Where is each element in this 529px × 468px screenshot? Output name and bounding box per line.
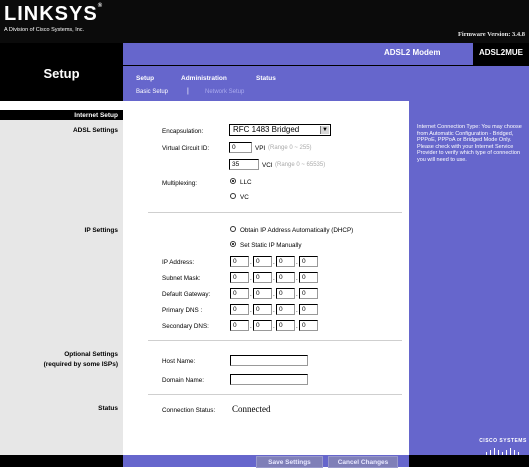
ip-octet-dot: . (250, 275, 252, 282)
host-name-input[interactable] (230, 355, 308, 366)
ip-octet-input[interactable]: 0 (230, 256, 249, 267)
cisco-bars-icon (486, 448, 519, 455)
vci-range: (Range 0 ~ 65535) (275, 162, 326, 168)
firmware-version: Firmware Version: 3.4.8 (457, 31, 525, 38)
internet-setup-title: Internet Setup (74, 112, 118, 119)
multiplexing-label: Multiplexing: (162, 180, 197, 187)
vpi-label: VPI (255, 145, 266, 152)
ip-octet-dot: . (273, 307, 275, 314)
subtab-separator: | (187, 88, 189, 95)
ip-octet-input[interactable]: 0 (299, 256, 318, 267)
ip-octet-input[interactable]: 0 (299, 288, 318, 299)
status-heading: Status (98, 405, 118, 412)
ip-octet-input[interactable]: 0 (230, 304, 249, 315)
encapsulation-select[interactable]: RFC 1483 Bridged (229, 124, 331, 136)
vci-label: VCI (262, 162, 273, 169)
ip-octet-dot: . (273, 275, 275, 282)
ip-octet-input[interactable]: 0 (253, 288, 272, 299)
ip-octet-input[interactable]: 0 (253, 272, 272, 283)
cancel-changes-button[interactable]: Cancel Changes (328, 456, 398, 468)
ip-octet-dot: . (250, 291, 252, 298)
linksys-logo: LINKSYS® (4, 3, 104, 25)
virtual-circuit-label: Virtual Circuit ID: (162, 145, 210, 152)
ip-octet-dot: . (296, 275, 298, 282)
subtab-network-setup[interactable]: Network Setup (205, 89, 244, 95)
ip-octet-input[interactable]: 0 (299, 320, 318, 331)
ip-octet-dot: . (250, 307, 252, 314)
ip-octet-input[interactable]: 0 (276, 320, 295, 331)
mux-llc-radio[interactable] (230, 178, 236, 184)
brand-tagline: A Division of Cisco Systems, Inc. (4, 27, 85, 33)
mux-llc-label: LLC (240, 179, 252, 186)
domain-name-input[interactable] (230, 374, 308, 385)
ip-octet-input[interactable]: 0 (253, 304, 272, 315)
tab-divider (123, 65, 529, 66)
subtab-basic-setup[interactable]: Basic Setup (136, 89, 168, 95)
ip-octet-input[interactable]: 0 (276, 256, 295, 267)
ip-octet-dot: . (273, 291, 275, 298)
encapsulation-label: Encapsulation: (162, 128, 204, 135)
ip-field-label: Default Gateway: (162, 291, 211, 298)
adsl-settings-heading: ADSL Settings (72, 127, 118, 134)
mux-vc-radio[interactable] (230, 193, 236, 199)
tab-administration[interactable]: Administration (181, 75, 227, 82)
static-ip-radio[interactable] (230, 241, 236, 247)
host-name-label: Host Name: (162, 358, 196, 365)
static-ip-label: Set Static IP Manually (240, 242, 302, 249)
ip-field-label: Primary DNS : (162, 307, 203, 314)
cisco-logo: CISCO SYSTEMS (479, 438, 527, 444)
chevron-down-icon[interactable]: ▼ (320, 126, 329, 134)
divider (148, 394, 402, 395)
ip-octet-input[interactable]: 0 (299, 272, 318, 283)
mux-vc-label: VC (240, 194, 249, 201)
ip-octet-dot: . (296, 291, 298, 298)
ip-octet-input[interactable]: 0 (230, 288, 249, 299)
ip-octet-dot: . (250, 323, 252, 330)
save-settings-button[interactable]: Save Settings (256, 456, 323, 468)
vpi-range: (Range 0 ~ 255) (268, 145, 312, 151)
ip-octet-input[interactable]: 0 (253, 320, 272, 331)
model-name: ADSL2 Modem (384, 48, 441, 57)
ip-field-label: IP Address: (162, 259, 195, 266)
ip-field-label: Subnet Mask: (162, 275, 201, 282)
connection-status-label: Connection Status: (162, 407, 216, 414)
dhcp-radio[interactable] (230, 226, 236, 232)
ip-octet-input[interactable]: 0 (230, 320, 249, 331)
ip-octet-dot: . (273, 259, 275, 266)
optional-settings-heading: Optional Settings (64, 351, 118, 358)
vci-input[interactable]: 35 (229, 159, 259, 170)
ip-octet-input[interactable]: 0 (230, 272, 249, 283)
divider (148, 340, 402, 341)
tab-setup[interactable]: Setup (136, 75, 154, 82)
ip-octet-dot: . (296, 259, 298, 266)
ip-settings-heading: IP Settings (84, 227, 118, 234)
ip-octet-dot: . (296, 323, 298, 330)
model-id: ADSL2MUE (478, 48, 523, 57)
ip-octet-dot: . (250, 259, 252, 266)
vpi-input[interactable]: 0 (229, 142, 252, 153)
page-title: Setup (43, 66, 80, 81)
ip-octet-dot: . (296, 307, 298, 314)
help-text: Internet Connection Type: You may choose… (417, 124, 522, 163)
ip-octet-input[interactable]: 0 (276, 288, 295, 299)
ip-octet-input[interactable]: 0 (276, 304, 295, 315)
ip-field-label: Secondary DNS: (162, 323, 209, 330)
sidebar (0, 101, 123, 455)
domain-name-label: Domain Name: (162, 377, 204, 384)
ip-octet-input[interactable]: 0 (276, 272, 295, 283)
optional-settings-note: (required by some ISPs) (43, 361, 118, 368)
divider (148, 212, 402, 213)
ip-octet-input[interactable]: 0 (253, 256, 272, 267)
tab-status[interactable]: Status (256, 75, 276, 82)
connection-status-value: Connected (232, 404, 271, 414)
ip-octet-input[interactable]: 0 (299, 304, 318, 315)
ip-octet-dot: . (273, 323, 275, 330)
dhcp-label: Obtain IP Address Automatically (DHCP) (240, 227, 354, 234)
nav-bar (123, 43, 529, 101)
